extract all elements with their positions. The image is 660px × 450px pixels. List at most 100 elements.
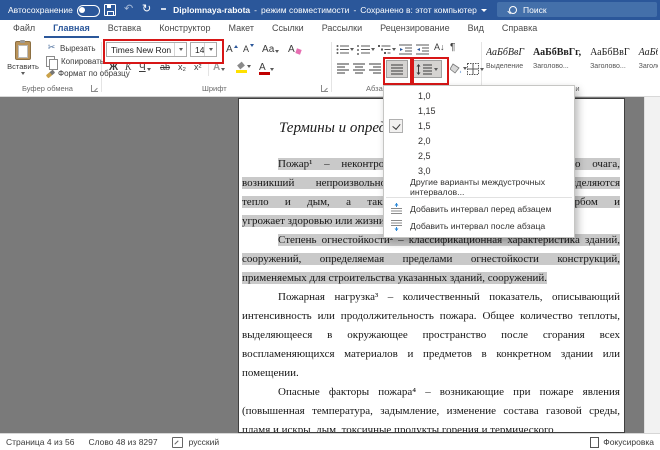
font-color-letter: А <box>259 62 270 75</box>
tab-Рассылки[interactable]: Рассылки <box>313 20 371 38</box>
redo-icon[interactable]: ↻ <box>142 3 151 14</box>
document-line[interactable]: (повышенная температура, задымление, изм… <box>239 402 624 421</box>
strikethrough-button[interactable]: ab <box>160 62 170 72</box>
shrink-font-label: А <box>243 44 250 54</box>
align-left-button[interactable] <box>337 63 349 74</box>
align-center-button[interactable] <box>353 63 365 74</box>
copy-button[interactable]: Копировать <box>46 56 104 70</box>
clipboard-dialog-launcher-icon[interactable] <box>91 85 98 92</box>
decrease-indent-icon <box>399 44 412 55</box>
menu-item-add-space-before[interactable]: Добавить интервал перед абзацем <box>384 200 574 217</box>
align-right-button[interactable] <box>369 63 381 74</box>
tab-Конструктор[interactable]: Конструктор <box>150 20 219 38</box>
search-input[interactable]: Поиск <box>497 2 657 17</box>
line-spacing-button[interactable] <box>412 60 442 78</box>
font-name-combo[interactable]: Times New Ron <box>106 42 187 57</box>
menu-item-spacing-2,5[interactable]: 2,5 <box>384 148 574 163</box>
menu-item-spacing-1,0[interactable]: 1,0 <box>384 88 574 103</box>
save-icon[interactable] <box>104 4 116 16</box>
menu-item-spacing-1,15[interactable]: 1,15 <box>384 103 574 118</box>
tab-Главная[interactable]: Главная <box>44 20 99 38</box>
clear-formatting-button[interactable]: А <box>288 44 302 55</box>
word-count[interactable]: Слово 48 из 8297 <box>88 437 157 447</box>
document-line[interactable]: помещении. <box>239 364 624 383</box>
more-spacing-label: Другие варианты междустрочных интервалов… <box>410 176 546 197</box>
spacing-option-label: 3,0 <box>418 165 431 176</box>
document-line[interactable]: интенсивность или продолжительность пожа… <box>239 307 624 326</box>
style-card[interactable]: АаБбВвГ Заголово... <box>639 41 658 81</box>
underline-button[interactable]: Ч <box>139 62 151 73</box>
italic-button[interactable]: К <box>125 62 132 73</box>
justify-button[interactable] <box>386 60 408 78</box>
search-icon <box>509 5 517 14</box>
sort-button[interactable]: А↓ <box>434 42 445 52</box>
grow-font-label: А <box>226 44 233 55</box>
menu-item-add-space-after[interactable]: Добавить интервал после абзаца <box>384 217 574 234</box>
chevron-down-icon <box>247 65 251 68</box>
tab-Файл[interactable]: Файл <box>4 20 44 38</box>
paste-button[interactable]: Вставить <box>5 40 41 83</box>
paint-bucket-icon <box>450 63 462 74</box>
font-color-button[interactable]: А <box>259 62 274 75</box>
font-name-value: Times New Ron <box>111 44 172 55</box>
decrease-indent-button[interactable] <box>399 44 412 55</box>
saved-status[interactable]: Сохранено в: этот компьютер <box>360 5 477 15</box>
document-line[interactable]: воспламеняющихся материалов и предметов … <box>239 345 624 364</box>
tab-Справка[interactable]: Справка <box>493 20 546 38</box>
shading-button[interactable] <box>450 63 467 74</box>
quick-access-menu-icon[interactable] <box>161 8 166 10</box>
font-size-combo[interactable]: 14 <box>190 42 217 57</box>
document-line[interactable]: применяемых для строительства указанных … <box>239 269 624 288</box>
align-center-icon <box>353 63 365 74</box>
language-indicator[interactable]: русский <box>189 437 220 447</box>
subscript-button[interactable]: x₂ <box>178 62 186 72</box>
text: (повышенная температура, задымление, изм… <box>242 405 620 417</box>
undo-icon[interactable]: ↶ <box>124 3 133 14</box>
numbering-button[interactable] <box>357 44 375 55</box>
focus-mode-button[interactable]: Фокусировка <box>590 436 654 448</box>
cut-button[interactable]: ✂ Вырезать <box>46 43 96 53</box>
tab-Ссылки[interactable]: Ссылки <box>263 20 313 38</box>
style-card[interactable]: АаБбВвГг, Заголово... <box>533 41 581 81</box>
shrink-font-button[interactable]: А <box>243 44 255 54</box>
menu-item-spacing-2,0[interactable]: 2,0 <box>384 133 574 148</box>
title-separator: - <box>353 5 357 15</box>
tab-Рецензирование[interactable]: Рецензирование <box>371 20 459 38</box>
tab-Вставка[interactable]: Вставка <box>99 20 150 38</box>
document-line[interactable]: пламя и искры, дым, токсичные продукты г… <box>239 421 624 432</box>
highlight-color-swatch <box>236 70 247 73</box>
show-marks-button[interactable]: ¶ <box>450 42 455 53</box>
tab-Вид[interactable]: Вид <box>459 20 493 38</box>
document-line[interactable]: сооружений, определяемая пределами огнес… <box>239 250 624 269</box>
font-dialog-launcher-icon[interactable] <box>321 85 328 92</box>
style-card[interactable]: АаБбВвГ Выделение <box>486 41 524 81</box>
bold-button[interactable]: Ж <box>109 62 118 73</box>
document-line[interactable]: выделяющееся в окружающее пространство п… <box>239 326 624 345</box>
style-sample: АаБбВвГ <box>486 46 525 58</box>
increase-indent-button[interactable] <box>416 44 429 55</box>
proofing-icon[interactable] <box>171 436 183 448</box>
menu-item-more-spacing-options[interactable]: Другие варианты междустрочных интервалов… <box>384 176 574 197</box>
vertical-scrollbar[interactable] <box>644 97 660 433</box>
menu-item-spacing-1,5[interactable]: 1,5 <box>384 118 574 133</box>
tab-Макет[interactable]: Макет <box>220 20 263 38</box>
add-space-after-label: Добавить интервал после абзаца <box>410 220 546 231</box>
highlight-color-button[interactable] <box>236 63 251 73</box>
superscript-label: x² <box>194 62 202 72</box>
style-card[interactable]: АаБбВвГ Заголово... <box>590 41 630 81</box>
text-effects-button[interactable]: А <box>213 62 226 73</box>
style-sample: АаБбВвГг, <box>533 46 582 58</box>
clipboard-group-label: Буфер обмена <box>22 84 73 93</box>
superscript-button[interactable]: x² <box>194 62 202 72</box>
multilevel-list-button[interactable] <box>378 44 396 55</box>
autosave-toggle[interactable] <box>77 5 100 17</box>
bullets-button[interactable] <box>336 44 354 55</box>
document-line[interactable]: Пожарная нагрузка³ – количественный пока… <box>239 288 624 307</box>
page-indicator[interactable]: Страница 4 из 56 <box>6 437 74 447</box>
brush-icon <box>45 69 56 78</box>
borders-button[interactable] <box>467 63 484 75</box>
change-case-button[interactable]: Аа <box>262 44 280 55</box>
spacing-option-label: 2,5 <box>418 150 431 161</box>
grow-font-button[interactable]: А <box>226 44 238 55</box>
document-line[interactable]: Опасные факторы пожара⁴ – возникающие пр… <box>239 383 624 402</box>
